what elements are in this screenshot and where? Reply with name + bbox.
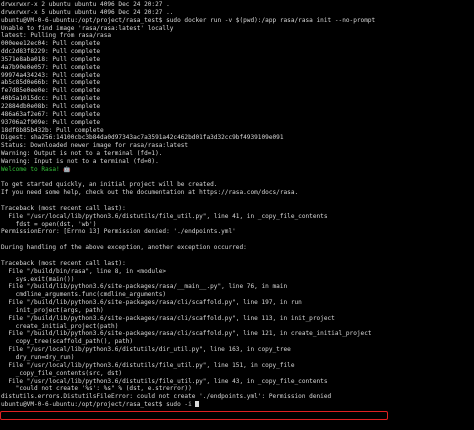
terminal-line: File "/build/lib/python3.6/site-packages…: [1, 314, 335, 322]
terminal-line: PermissionError: [Errno 13] Permission d…: [1, 228, 236, 236]
terminal-line: 18df8b85b432b: Pull complete: [1, 126, 104, 134]
terminal-line: Warning: Output is not to a terminal (fd…: [1, 150, 163, 158]
terminal-line: 93706a2f909e: Pull complete: [1, 118, 101, 126]
terminal-line: drwxrwxr-x 5 ubuntu ubuntu 4096 Dec 24 2…: [1, 8, 174, 16]
terminal-line: File "/usr/local/lib/python3.6/distutils…: [1, 212, 328, 220]
terminal-line: If you need some help, check out the doc…: [1, 189, 299, 197]
terminal-line: 99974a434243: Pull complete: [1, 71, 101, 79]
terminal-window[interactable]: drwxrwxr-x 2 ubuntu ubuntu 4096 Dec 24 2…: [0, 0, 474, 430]
terminal-line: fe7d85e0ee0e: Pull complete: [1, 87, 101, 95]
terminal-line: Digest: sha256:14100cbc3b84da0d97343ac7a…: [1, 134, 284, 142]
terminal-line: Status: Downloaded newer image for rasa/…: [1, 142, 189, 150]
terminal-line: Traceback (most recent call last):: [1, 259, 126, 267]
terminal-line: Warning: Input is not to a terminal (fd=…: [1, 157, 159, 165]
terminal-line: 40b5a1015dcc: Pull complete: [1, 95, 101, 103]
terminal-line: File "/build/lib/python3.6/site-packages…: [1, 330, 372, 338]
terminal-line: File "/build/lib/python3.6/site-packages…: [1, 299, 302, 307]
terminal-line: File "/build/bin/rasa", line 8, in <modu…: [1, 267, 167, 275]
terminal-line: cmdline_arguments.func(cmdline_arguments…: [1, 291, 167, 299]
terminal-line: create_initial_project(path): [1, 322, 119, 330]
terminal-line: copy_tree(scaffold_path(), path): [1, 338, 134, 346]
terminal-line: 486a63af2e67: Pull complete: [1, 110, 101, 118]
terminal-line: File "/usr/local/lib/python3.6/distutils…: [1, 377, 328, 385]
terminal-line: 3571e8aba018: Pull complete: [1, 55, 101, 63]
terminal-line: fdst = open(dst, 'wb'): [1, 220, 97, 228]
terminal-line: To get started quickly, an initial proje…: [1, 181, 218, 189]
error-line: distutils.errors.DistutilsFileError: cou…: [1, 393, 332, 401]
terminal-output: drwxrwxr-x 2 ubuntu ubuntu 4096 Dec 24 2…: [1, 1, 474, 409]
terminal-line: latest: Pulling from rasa/rasa: [1, 32, 112, 40]
terminal-line: 000eee12ec04: Pull complete: [1, 40, 101, 48]
terminal-line: 22884db0e08b: Pull complete: [1, 102, 101, 110]
terminal-line: File "/usr/local/lib/python3.6/distutils…: [1, 346, 291, 354]
terminal-line: 4a7b90e0e057: Pull complete: [1, 63, 101, 71]
text-cursor: [195, 401, 200, 408]
terminal-line: ubuntu@VM-0-6-ubuntu:/opt/project/rasa_t…: [1, 16, 376, 24]
terminal-line: _copy_file_contents(src, dst): [1, 369, 123, 377]
terminal-line: sys.exit(main()): [1, 275, 75, 283]
terminal-line: "could not create '%s': %s" % (dst, e.st…: [1, 385, 192, 393]
terminal-line: File "/usr/local/lib/python3.6/distutils…: [1, 361, 295, 369]
terminal-line: drwxrwxr-x 2 ubuntu ubuntu 4096 Dec 24 2…: [1, 1, 170, 8]
terminal-line: ubuntu@VM-0-6-ubuntu:/opt/project/rasa_t…: [1, 401, 474, 409]
error-highlight-box: [0, 411, 388, 420]
terminal-line: File "/build/lib/python3.6/site-packages…: [1, 283, 288, 291]
terminal-line: Welcome to Rasa! 🤖: [1, 165, 71, 173]
terminal-line: dry_run=dry_run): [1, 353, 75, 361]
terminal-line: During handling of the above exception, …: [1, 244, 247, 252]
terminal-line: ddc2d83f8229: Pull complete: [1, 48, 101, 56]
terminal-line: init_project(args, path): [1, 306, 104, 314]
terminal-line: Unable to find image 'rasa/rasa:latest' …: [1, 24, 174, 32]
terminal-line: ab5c85d0e66b: Pull complete: [1, 79, 101, 87]
terminal-line: Traceback (most recent call last):: [1, 204, 126, 212]
